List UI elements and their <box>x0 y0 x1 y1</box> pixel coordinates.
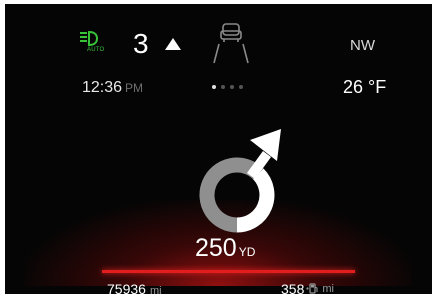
page-dot <box>230 85 234 89</box>
headlamp-auto-icon <box>78 30 108 48</box>
headlamp-auto-label: AUTO <box>87 47 105 53</box>
odometer-value: 75936 <box>107 281 146 294</box>
compass-heading: NW <box>350 37 375 54</box>
clock-time: 12:36 <box>82 79 123 96</box>
distance-unit: YD <box>238 245 256 259</box>
maneuver-distance: 250 YD <box>195 235 255 265</box>
cluster-display: AUTO 3 NW 12:36 PM 26 °F 250 YD 75936 mi… <box>5 4 432 294</box>
odometer: 75936 mi <box>107 281 162 294</box>
roundabout-turn-icon <box>181 126 293 234</box>
range-unit: mi <box>322 283 334 294</box>
headlamp-auto-indicator: AUTO <box>78 30 108 56</box>
page-dot <box>239 85 243 89</box>
range-value: 358 <box>281 281 305 294</box>
distance-value: 250 <box>195 234 237 262</box>
clock-period: PM <box>125 81 144 95</box>
lane-sense-car-icon <box>208 21 254 65</box>
fuel-pump-icon <box>306 281 318 294</box>
page-dot <box>221 85 225 89</box>
clock: 12:36 PM <box>82 79 143 97</box>
gear-up-arrow-icon <box>163 36 183 52</box>
page-dot <box>212 85 216 89</box>
gear-number: 3 <box>133 28 149 59</box>
odometer-unit: mi <box>149 285 162 294</box>
fuel-range: 358 mi <box>281 281 334 294</box>
accent-divider <box>102 270 355 273</box>
page-indicator <box>212 85 243 89</box>
outside-temperature: 26 °F <box>343 77 387 97</box>
